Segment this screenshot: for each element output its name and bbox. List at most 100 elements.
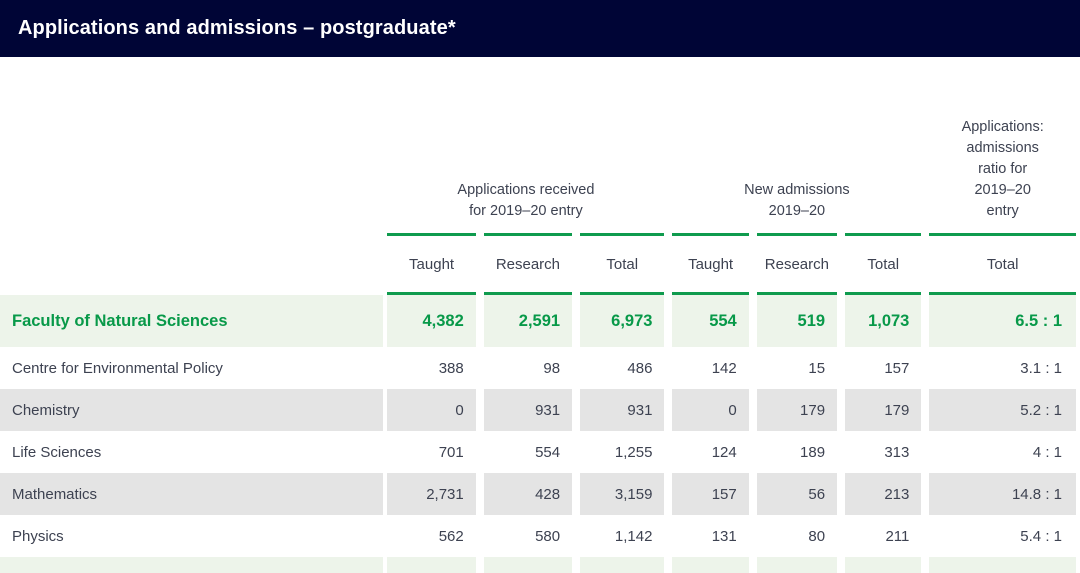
row-label-cell: Physics <box>0 515 383 557</box>
value-app-research: 428 <box>484 473 572 515</box>
column-header-adm-total: Total <box>841 233 925 295</box>
column-header-row: Taught Research Total Taught Research To… <box>0 233 1080 295</box>
value-adm-taught: 124 <box>672 431 748 473</box>
table-row: Centre for Environmental Policy388984861… <box>0 347 1080 389</box>
group-header-applications: Applications received for 2019–20 entry <box>383 57 668 233</box>
cell-adm-taught: 131 <box>668 515 752 557</box>
column-header-ratio-total: Total <box>925 233 1080 295</box>
cell-app-research: 931 <box>480 389 576 431</box>
value-ratio: 3.1 : 1 <box>929 347 1076 389</box>
value-app-taught: 4,382 <box>387 295 475 347</box>
applications-group-line1: Applications received <box>383 180 668 201</box>
value-adm-taught: 131 <box>672 515 748 557</box>
cell-app-taught: 0 <box>383 389 479 431</box>
cell-app-research: 554 <box>480 431 576 473</box>
cell-adm-total: 1,073 <box>841 295 925 347</box>
value-ratio: 5.2 : 1 <box>929 389 1076 431</box>
value-app-research: 2,591 <box>484 295 572 347</box>
row-label-cell: Centre for Environmental Policy <box>0 347 383 389</box>
value-app-taught: 388 <box>387 347 475 389</box>
value-adm-research: 179 <box>757 389 837 431</box>
value-adm-total: 157 <box>845 347 921 389</box>
cell-app-taught: 4,382 <box>383 295 479 347</box>
row-label-cell: Faculty of Natural Sciences <box>0 295 383 347</box>
column-header-adm-taught: Taught <box>668 233 752 295</box>
applications-admissions-table: Applications received for 2019–20 entry … <box>0 57 1080 573</box>
row-label: Physics <box>0 515 383 557</box>
value-app-total: 1,255 <box>580 431 664 473</box>
page-title: Applications and admissions – postgradua… <box>18 17 456 40</box>
table-row: Mathematics2,7314283,1591575621314.8 : 1 <box>0 473 1080 515</box>
admissions-group-line2: 2019–20 <box>668 201 925 222</box>
value-app-total: 3,159 <box>580 473 664 515</box>
partial-cell-fill <box>484 557 572 573</box>
value-app-taught: 562 <box>387 515 475 557</box>
table-row: Life Sciences7015541,2551241893134 : 1 <box>0 431 1080 473</box>
cell-app-taught: 562 <box>383 515 479 557</box>
value-adm-research: 80 <box>757 515 837 557</box>
label-app-total: Total <box>606 256 638 273</box>
value-app-research: 554 <box>484 431 572 473</box>
partial-cell <box>0 557 383 573</box>
value-app-total: 931 <box>580 389 664 431</box>
partial-cell-fill <box>845 557 921 573</box>
cell-app-research: 428 <box>480 473 576 515</box>
row-label-cell: Life Sciences <box>0 431 383 473</box>
row-label-cell: Chemistry <box>0 389 383 431</box>
value-adm-research: 189 <box>757 431 837 473</box>
cell-app-total: 1,255 <box>576 431 668 473</box>
partial-cell <box>576 557 668 573</box>
cell-adm-research: 15 <box>753 347 841 389</box>
cell-app-total: 486 <box>576 347 668 389</box>
value-adm-total: 213 <box>845 473 921 515</box>
value-adm-total: 313 <box>845 431 921 473</box>
partial-cell <box>841 557 925 573</box>
ratio-group-line1: Applications: <box>931 117 1074 138</box>
cell-ratio: 14.8 : 1 <box>925 473 1080 515</box>
title-bar: Applications and admissions – postgradua… <box>0 0 1080 57</box>
admissions-group-line1: New admissions <box>668 180 925 201</box>
cell-adm-research: 189 <box>753 431 841 473</box>
value-app-total: 6,973 <box>580 295 664 347</box>
cell-adm-taught: 0 <box>668 389 752 431</box>
partial-cell <box>668 557 752 573</box>
value-adm-total: 211 <box>845 515 921 557</box>
label-app-research: Research <box>496 256 560 273</box>
column-header-app-research: Research <box>480 233 576 295</box>
value-app-taught: 2,731 <box>387 473 475 515</box>
cell-ratio: 3.1 : 1 <box>925 347 1080 389</box>
cell-adm-taught: 142 <box>668 347 752 389</box>
value-app-research: 580 <box>484 515 572 557</box>
ratio-group-line3: ratio for <box>931 159 1074 180</box>
value-adm-research: 519 <box>757 295 837 347</box>
partial-cell-fill <box>0 557 383 573</box>
ratio-group-line5: entry <box>931 201 1074 222</box>
cell-app-total: 1,142 <box>576 515 668 557</box>
table-row-faculty-total: Faculty of Natural Sciences4,3822,5916,9… <box>0 295 1080 347</box>
value-ratio: 6.5 : 1 <box>929 295 1076 347</box>
cell-adm-research: 519 <box>753 295 841 347</box>
table-row-partial <box>0 557 1080 573</box>
table-row: Physics5625801,142131802115.4 : 1 <box>0 515 1080 557</box>
value-app-taught: 701 <box>387 431 475 473</box>
value-ratio: 14.8 : 1 <box>929 473 1076 515</box>
table-body: Faculty of Natural Sciences4,3822,5916,9… <box>0 295 1080 573</box>
cell-adm-total: 179 <box>841 389 925 431</box>
partial-cell <box>925 557 1080 573</box>
partial-cell-fill <box>580 557 664 573</box>
value-ratio: 4 : 1 <box>929 431 1076 473</box>
row-label: Faculty of Natural Sciences <box>0 295 383 347</box>
cell-adm-total: 313 <box>841 431 925 473</box>
partial-cell-fill <box>387 557 475 573</box>
cell-ratio: 5.4 : 1 <box>925 515 1080 557</box>
group-header-row: Applications received for 2019–20 entry … <box>0 57 1080 233</box>
row-label: Chemistry <box>0 389 383 431</box>
ratio-group-line2: admissions <box>931 138 1074 159</box>
column-header-app-total: Total <box>576 233 668 295</box>
value-app-research: 98 <box>484 347 572 389</box>
label-adm-total: Total <box>867 256 899 273</box>
value-app-research: 931 <box>484 389 572 431</box>
row-label: Life Sciences <box>0 431 383 473</box>
cell-adm-research: 179 <box>753 389 841 431</box>
row-label: Mathematics <box>0 473 383 515</box>
